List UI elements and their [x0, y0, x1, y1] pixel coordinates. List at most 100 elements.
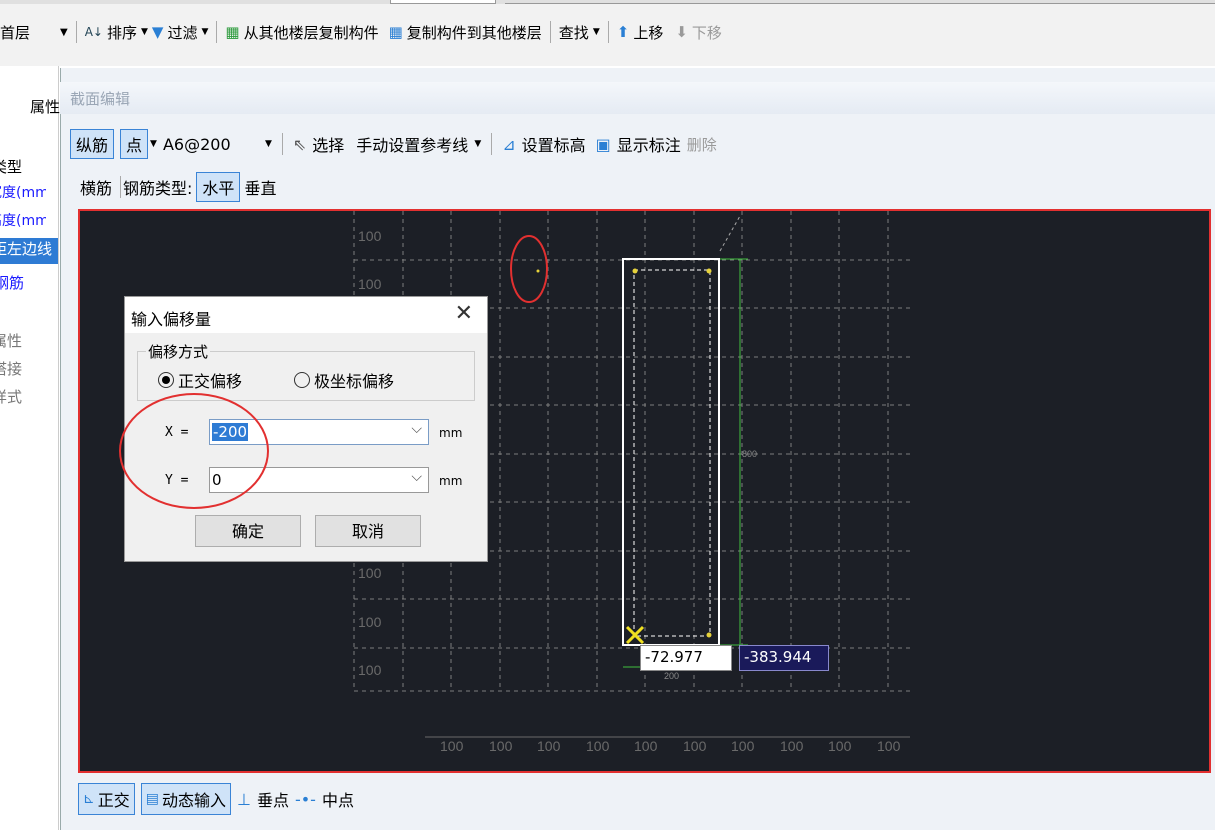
column-section-outline: [622, 258, 720, 646]
ok-button[interactable]: 确定: [195, 515, 301, 547]
rebar-spec-select[interactable]: A6@200: [163, 135, 259, 154]
filter-button[interactable]: 过滤: [167, 22, 197, 43]
orthogonal-toggle[interactable]: ⊾ 正交: [78, 783, 135, 815]
cursor-point: [536, 269, 540, 273]
chevron-down-icon[interactable]: ▼: [265, 139, 272, 149]
select-button[interactable]: 选择: [312, 132, 344, 156]
grid-label: 100: [358, 614, 382, 630]
dynamic-input-toggle[interactable]: ▤ 动态输入: [140, 783, 231, 815]
midpoint-snap[interactable]: 中点: [322, 787, 354, 811]
grid-labels-bottom: 100 100 100 100 100 100 100 100 100 100: [440, 738, 901, 754]
chevron-down-icon[interactable]: ▼: [474, 139, 481, 149]
vertical-button[interactable]: 垂直: [244, 175, 276, 199]
dialog-title: 输入偏移量: [131, 310, 212, 329]
grid-label: 100: [358, 228, 382, 244]
rebar-point: [632, 268, 638, 274]
top-edge: [0, 0, 1215, 4]
chevron-down-icon[interactable]: ▼: [201, 27, 208, 37]
move-up-button[interactable]: 上移: [633, 22, 663, 43]
show-annotation-button[interactable]: 显示标注: [617, 132, 681, 156]
property-height[interactable]: 高度(mm): [0, 210, 46, 236]
property-style[interactable]: 样式: [0, 386, 50, 412]
chevron-down-icon[interactable]: ⌵: [411, 421, 422, 437]
point-mode-button[interactable]: 点: [120, 129, 149, 159]
chevron-down-icon[interactable]: ▼: [150, 139, 157, 149]
perpendicular-icon: ⊥: [237, 789, 251, 809]
property-width[interactable]: 宽度(mm): [0, 182, 46, 208]
grid-label: 100: [634, 738, 658, 754]
separator: [607, 21, 609, 43]
separator: [491, 133, 493, 155]
height-dim-label: 800: [742, 449, 757, 459]
orthogonal-icon: ⊾: [83, 791, 95, 807]
arrow-up-icon: ⬆: [616, 23, 630, 41]
grid-label: 100: [780, 738, 804, 754]
chevron-down-icon[interactable]: ▼: [60, 27, 68, 38]
window-title: 截面编辑: [70, 90, 131, 108]
grid-label: 100: [828, 738, 852, 754]
rebar-type-label: 钢筋类型:: [123, 179, 193, 198]
move-down-button[interactable]: 下移: [692, 22, 722, 43]
property-type[interactable]: 类型: [0, 156, 50, 182]
copy-to-floor-button[interactable]: 复制构件到其他楼层: [407, 22, 542, 43]
section-editor-titlebar: 截面编辑: [60, 82, 1215, 114]
separator: [120, 176, 122, 198]
property-attr[interactable]: 属性: [0, 330, 50, 356]
grid-label: 100: [440, 738, 464, 754]
separator: [75, 21, 77, 43]
radio-orthogonal[interactable]: 正交偏移: [158, 368, 242, 392]
perpendicular-snap[interactable]: 垂点: [257, 787, 289, 811]
transverse-rebar-tab[interactable]: 横筋: [80, 175, 112, 199]
chevron-down-icon[interactable]: ⌵: [411, 469, 422, 485]
radio-unchecked-icon[interactable]: [294, 372, 310, 388]
coord-y-input[interactable]: -383.944: [739, 645, 829, 671]
sort-az-icon: A↓: [84, 25, 103, 39]
midpoint-icon: -•-: [294, 789, 316, 809]
snap-cross-icon: [625, 625, 645, 645]
sort-button[interactable]: 排序: [107, 22, 137, 43]
grid-label: 100: [537, 738, 561, 754]
y-unit: mm: [439, 474, 463, 488]
cancel-button[interactable]: 取消: [315, 515, 421, 547]
radio-checked-icon[interactable]: [158, 372, 174, 388]
top-toolbar-row: 首层 ▼ A↓ 排序 ▼ ▼ 过滤 ▼ ▦ 从其他楼层复制构件 ▦ 复制构件到其…: [0, 18, 722, 46]
radio-polar-label: 极坐标偏移: [314, 372, 395, 391]
copy-from-floor-icon: ▦: [225, 23, 240, 41]
grid-label: 100: [358, 565, 382, 581]
elevation-icon: ⊿: [502, 134, 516, 154]
grid-label: 100: [586, 738, 610, 754]
highlight-circle: [510, 235, 548, 303]
chevron-down-icon[interactable]: ▼: [141, 27, 148, 37]
dynamic-input-icon: ▤: [145, 791, 159, 807]
dialog-body: 偏移方式 正交偏移 极坐标偏移 X = -200 ⌵ mm Y = 0 ⌵ mm…: [119, 333, 487, 561]
delete-button[interactable]: 删除: [687, 134, 717, 155]
orthogonal-label: 正交: [97, 791, 130, 810]
copy-from-floor-button[interactable]: 从其他楼层复制构件: [244, 22, 379, 43]
longitudinal-rebar-tab[interactable]: 纵筋: [70, 129, 115, 159]
rebar-type-toolbar: 横筋 钢筋类型: 水平 垂直: [80, 172, 276, 202]
close-icon[interactable]: ✕: [455, 301, 473, 326]
grid-label: 100: [877, 738, 901, 754]
radio-polar[interactable]: 极坐标偏移: [294, 368, 394, 392]
set-elevation-button[interactable]: 设置标高: [522, 132, 586, 156]
property-panel: 属性 类型 宽度(mm) 高度(mm) 距左边线 钢筋 属性 搭接 样式: [0, 66, 60, 830]
dynamic-input-label: 动态输入: [161, 791, 226, 810]
grid-label: 100: [489, 738, 513, 754]
manual-ref-line-button[interactable]: 手动设置参考线: [356, 132, 468, 156]
separator: [216, 21, 218, 43]
property-lap[interactable]: 搭接: [0, 358, 50, 384]
floor-select[interactable]: 首层: [0, 22, 56, 43]
snap-toolbar: ⊾ 正交 ▤ 动态输入 ⊥ 垂点 -•- 中点: [78, 780, 354, 818]
horizontal-button[interactable]: 水平: [196, 172, 241, 202]
grid-label: 100: [358, 662, 382, 678]
radio-orthogonal-label: 正交偏移: [178, 372, 243, 391]
find-button[interactable]: 查找: [559, 22, 589, 43]
annotation-icon: ▣: [595, 134, 611, 154]
property-left-offset[interactable]: 距左边线: [0, 238, 58, 264]
coord-x-input[interactable]: -72.977: [640, 645, 732, 671]
width-dim-label: 200: [664, 671, 679, 681]
property-rebar[interactable]: 钢筋: [0, 272, 52, 298]
chevron-down-icon[interactable]: ▼: [593, 27, 600, 37]
grid-label: 100: [683, 738, 707, 754]
cursor-icon: ⇖: [292, 134, 307, 154]
